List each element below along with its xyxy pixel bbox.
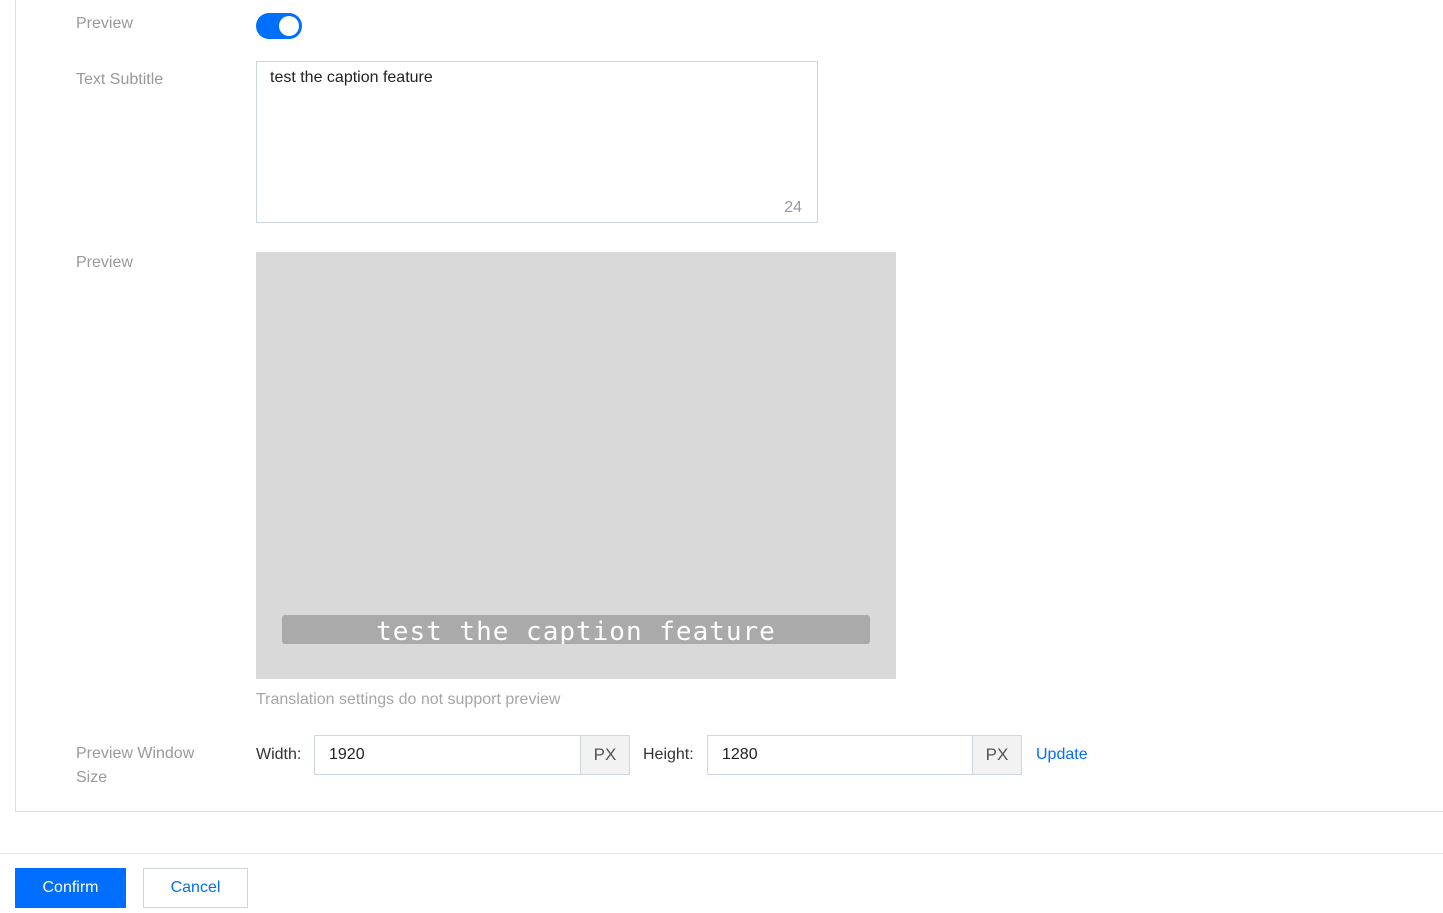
text-subtitle-value[interactable]: test the caption feature bbox=[270, 68, 804, 88]
preview-label: Preview bbox=[76, 254, 133, 271]
preview-toggle-label: Preview bbox=[76, 15, 133, 32]
height-input[interactable]: 1280 bbox=[708, 736, 972, 774]
footer-divider bbox=[0, 853, 1443, 854]
preview-toggle[interactable] bbox=[256, 13, 302, 39]
window-size-label-line1: Preview Window bbox=[76, 745, 195, 762]
preview-window: test the caption feature bbox=[256, 252, 896, 679]
width-input-group: 1920 PX bbox=[314, 735, 630, 775]
confirm-button[interactable]: Confirm bbox=[15, 868, 126, 908]
cancel-button[interactable]: Cancel bbox=[143, 868, 248, 908]
text-subtitle-textarea[interactable]: test the caption feature 24 bbox=[256, 61, 818, 223]
width-unit: PX bbox=[580, 736, 629, 774]
text-subtitle-label: Text Subtitle bbox=[76, 71, 164, 88]
window-size-label: Preview Window Size bbox=[76, 742, 194, 790]
preview-caption: test the caption feature bbox=[282, 615, 870, 644]
update-link[interactable]: Update bbox=[1036, 735, 1088, 775]
preview-hint: Translation settings do not support prev… bbox=[256, 691, 561, 708]
character-counter: 24 bbox=[784, 199, 802, 216]
height-input-group: 1280 PX bbox=[707, 735, 1022, 775]
width-label: Width: bbox=[256, 746, 302, 763]
width-input[interactable]: 1920 bbox=[315, 736, 580, 774]
window-size-label-line2: Size bbox=[76, 769, 108, 786]
height-unit: PX bbox=[972, 736, 1021, 774]
toggle-knob bbox=[279, 16, 299, 36]
height-label: Height: bbox=[643, 746, 694, 763]
